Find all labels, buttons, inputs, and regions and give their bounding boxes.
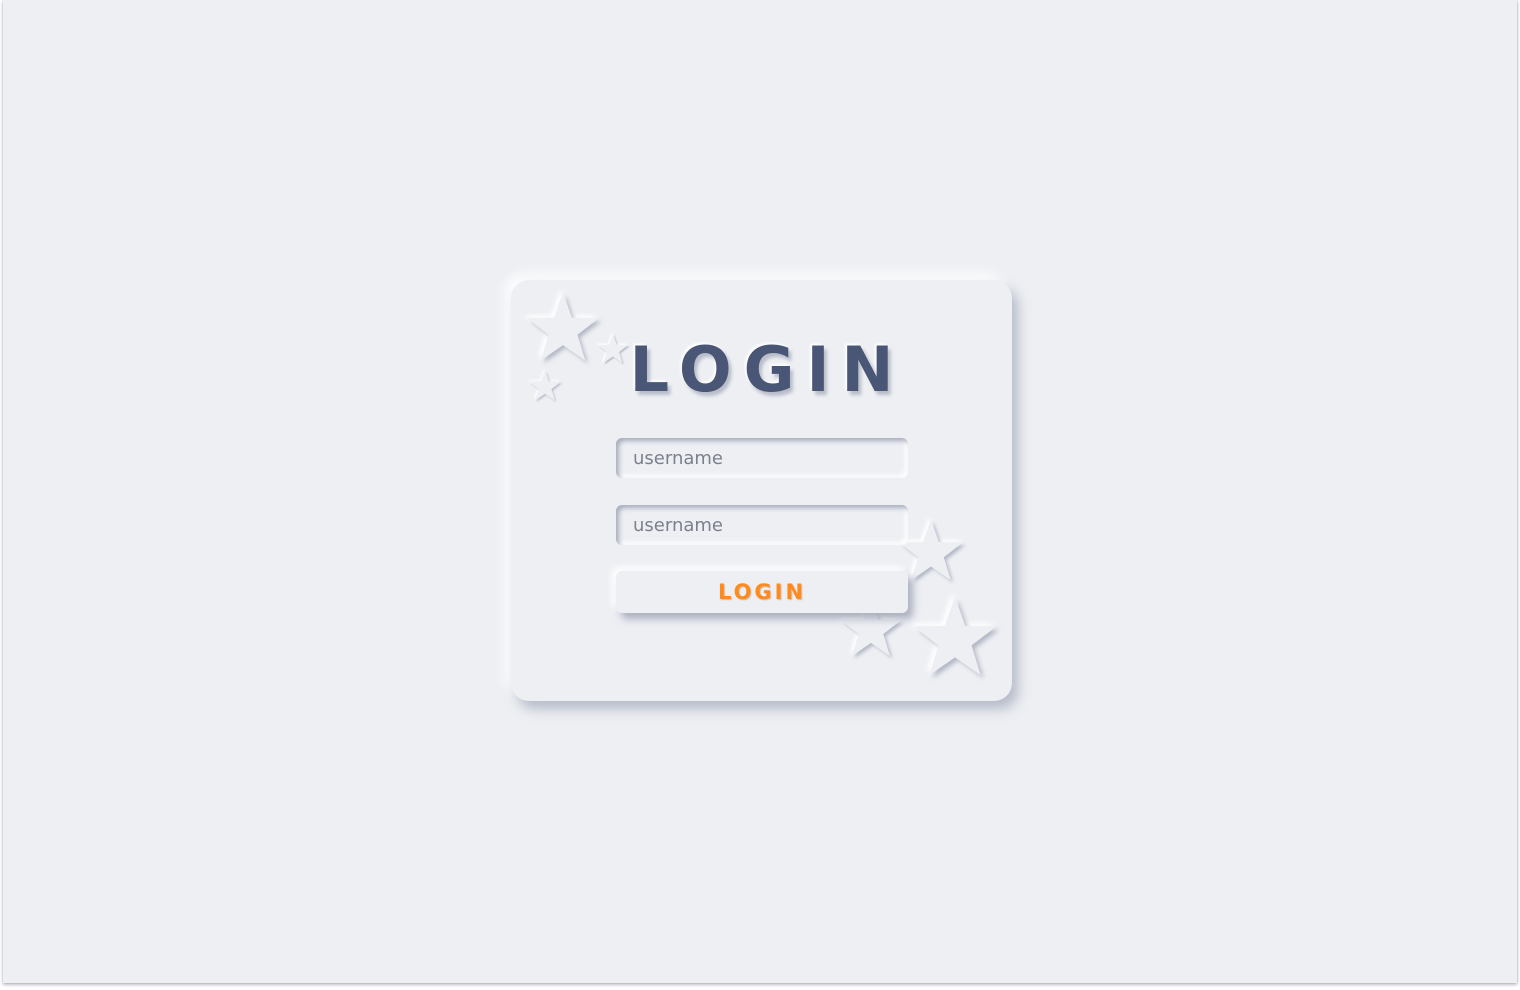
login-title: LOGIN	[629, 333, 906, 406]
password-input[interactable]	[616, 505, 908, 545]
username-input[interactable]	[616, 438, 908, 478]
login-card: LOGIN LOGIN	[511, 280, 1012, 701]
login-button[interactable]: LOGIN	[616, 571, 908, 613]
star-icon	[899, 519, 963, 581]
star-icon	[913, 596, 997, 676]
page-background: LOGIN LOGIN	[3, 0, 1517, 983]
